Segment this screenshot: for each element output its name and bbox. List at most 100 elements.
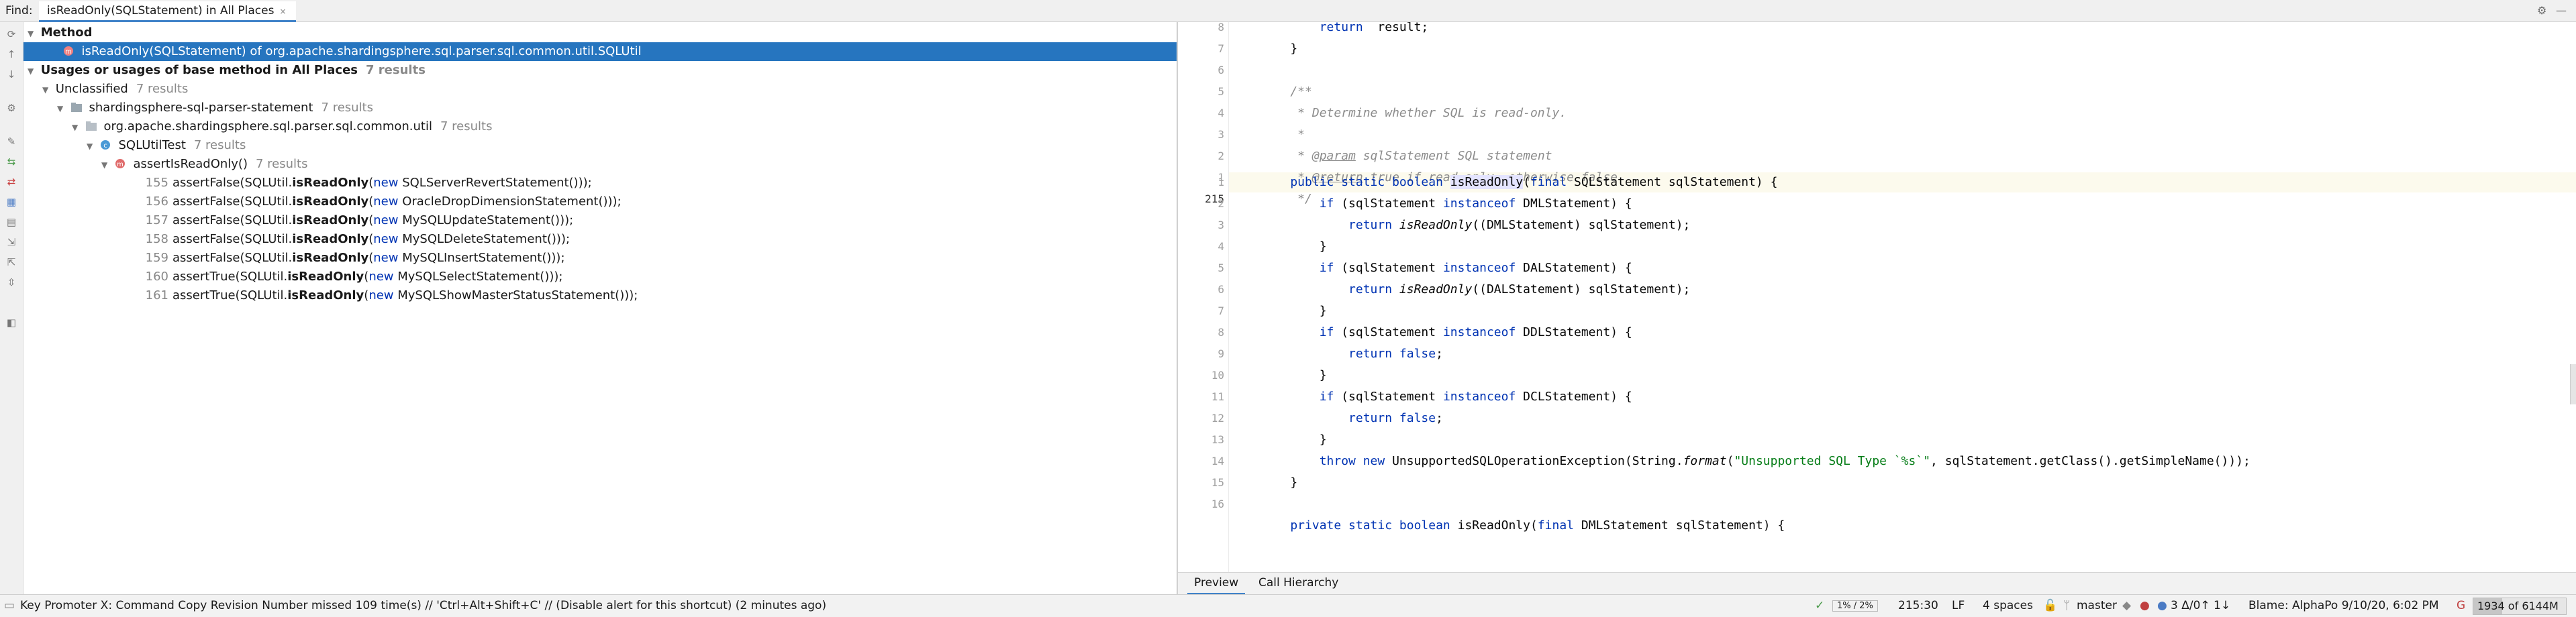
usage-row[interactable]: 160 assertTrue(SQLUtil.isReadOnly(new MyS… xyxy=(140,268,563,286)
code-token: } xyxy=(1261,239,1327,254)
usage-code: assertTrue(SQLUtil. xyxy=(172,270,288,284)
tree-node-package[interactable]: ▼ org.apache.shardingsphere.sql.parser.s… xyxy=(72,117,492,136)
usage-code: OracleDropDimensionStatement())); xyxy=(398,194,622,209)
usage-row[interactable]: 155 assertFalse(SQLUtil.isReadOnly(new SQ… xyxy=(140,174,592,192)
usage-keyword: new xyxy=(373,213,399,227)
collapse-all-icon[interactable]: ⇱ xyxy=(3,254,19,270)
notification-icon[interactable]: ◆ xyxy=(2122,599,2131,612)
code-token: } xyxy=(1261,475,1298,490)
usage-code: MySQLSelectStatement())); xyxy=(393,270,563,284)
usage-keyword: new xyxy=(368,288,394,302)
code-token: } xyxy=(1261,433,1327,447)
tab-preview[interactable]: Preview xyxy=(1187,573,1246,595)
code-line: return false; xyxy=(1261,346,1443,362)
code-token: DDLStatement) { xyxy=(1516,325,1632,339)
find-tab[interactable]: isReadOnly(SQLStatement) in All Places × xyxy=(39,1,296,22)
exclude-icon[interactable]: ⇄ xyxy=(3,174,19,190)
memory-indicator[interactable]: 1934 of 6144M xyxy=(2473,598,2567,615)
git-branch[interactable]: master xyxy=(2077,599,2117,612)
find-tool-strip: ⟳ ↑ ↓ ⚙ ✎ ⇆ ⇄ ▦ ▤ ⇲ ⇱ ⇳ ◧ xyxy=(0,22,23,594)
preview-icon[interactable]: ◧ xyxy=(3,315,19,331)
previous-occurrence-icon[interactable]: ↑ xyxy=(3,46,19,62)
caret-position[interactable]: 215:30 xyxy=(1898,599,1938,612)
tree-node-usages-header[interactable]: ▼ Usages or usages of base method in All… xyxy=(28,61,426,80)
usage-row[interactable]: 158 assertFalse(SQLUtil.isReadOnly(new My… xyxy=(140,230,570,249)
usage-row[interactable]: 157 assertFalse(SQLUtil.isReadOnly(new My… xyxy=(140,211,574,230)
gear-icon[interactable]: G xyxy=(2457,599,2465,612)
svg-text:c: c xyxy=(103,142,107,150)
code-line: private static boolean isReadOnly(final … xyxy=(1261,518,1785,534)
tree-node-module[interactable]: ▼ shardingsphere-sql-parser-statement 7 r… xyxy=(57,99,373,117)
tree-node-method-header[interactable]: ▼ Method xyxy=(28,23,93,42)
tree-node-class[interactable]: ▼ c SQLUtilTest 7 results xyxy=(87,136,246,155)
chevron-down-icon[interactable]: ▼ xyxy=(42,80,52,99)
line-separator[interactable]: LF xyxy=(1952,599,1965,612)
line-number: 7 xyxy=(1218,42,1224,55)
code-token: throw new xyxy=(1261,454,1385,468)
tree-node-test-method[interactable]: ▼ m assertIsReadOnly() 7 results xyxy=(101,155,307,174)
tab-call-hierarchy[interactable]: Call Hierarchy xyxy=(1252,573,1345,593)
status-icon: ▭ xyxy=(4,599,15,612)
code-line: } xyxy=(1261,239,1327,255)
chevron-down-icon[interactable]: ▼ xyxy=(28,24,37,43)
usage-code: assertFalse(SQLUtil. xyxy=(172,232,293,246)
rerun-icon[interactable]: ⟳ xyxy=(3,26,19,42)
usage-line-number: 161 xyxy=(145,288,168,302)
export-icon[interactable]: ⇳ xyxy=(3,274,19,290)
code-line: } xyxy=(1261,475,1297,491)
code-line: } xyxy=(1261,432,1327,448)
line-number: 8 xyxy=(1218,22,1224,34)
usage-row[interactable]: 156 assertFalse(SQLUtil.isReadOnly(new Or… xyxy=(140,192,622,211)
gear-icon[interactable]: ⚙ xyxy=(2537,4,2546,17)
blame-info[interactable]: Blame: AlphaPo 9/10/20, 6:02 PM xyxy=(2248,599,2439,612)
code-token: SQLStatement sqlStatement) { xyxy=(1567,175,1778,189)
chevron-down-icon[interactable]: ▼ xyxy=(72,118,81,137)
line-number: 6 xyxy=(1218,64,1224,76)
usage-keyword: new xyxy=(368,270,394,284)
code-token: SQL statement xyxy=(1450,149,1552,163)
line-number: 8 xyxy=(1218,326,1224,339)
tab-close-icon[interactable]: × xyxy=(279,7,286,16)
tree-node-method-target[interactable]: m isReadOnly(SQLStatement) of org.apache… xyxy=(23,42,1177,61)
group-by-package-icon[interactable]: ▤ xyxy=(3,214,19,230)
code-token: return false xyxy=(1261,411,1436,425)
editor-scrollbar[interactable] xyxy=(2570,364,2576,404)
usage-match: isReadOnly xyxy=(287,288,364,302)
lock-icon[interactable]: 🔓 xyxy=(2043,599,2057,612)
chevron-down-icon[interactable]: ▼ xyxy=(57,99,66,118)
next-occurrence-icon[interactable]: ↓ xyxy=(3,66,19,82)
minimize-icon[interactable]: — xyxy=(2556,4,2567,17)
line-number: 10 xyxy=(1211,369,1224,382)
code-token: * xyxy=(1261,127,1305,142)
event-log-icon[interactable]: ● xyxy=(2140,599,2150,612)
pin-icon[interactable]: ✎ xyxy=(3,133,19,150)
zoom-percent[interactable]: 1% / 2% xyxy=(1832,600,1878,612)
code-token: , sqlStatement.getClass().getSimpleName(… xyxy=(1930,454,2250,468)
code-token: result; xyxy=(1363,22,1429,34)
usage-row[interactable]: 159 assertFalse(SQLUtil.isReadOnly(new My… xyxy=(140,249,565,268)
preview-editor[interactable]: 8 7 6 5 4 3 2 1 215 1 2 3 4 5 6 7 8 9 10 11 12 13 14 15 16 retur… xyxy=(1178,22,2576,572)
usage-code: SQLServerRevertStatement())); xyxy=(398,176,592,190)
vcs-changes[interactable]: 3 Δ/0↑ 1↓ xyxy=(2171,599,2230,612)
usage-line-number: 155 xyxy=(145,176,168,190)
code-token: isReadOnly( xyxy=(1457,518,1538,532)
settings-icon[interactable]: ⚙ xyxy=(3,100,19,116)
usage-row[interactable]: 161 assertTrue(SQLUtil.isReadOnly(new MyS… xyxy=(140,286,638,305)
code-line: if (sqlStatement instanceof DCLStatement… xyxy=(1261,389,1632,405)
svg-text:m: m xyxy=(65,48,72,56)
indent-setting[interactable]: 4 spaces xyxy=(1983,599,2033,612)
group-by-module-icon[interactable]: ▦ xyxy=(3,194,19,210)
chevron-down-icon[interactable]: ▼ xyxy=(101,156,111,174)
line-number: 6 xyxy=(1218,283,1224,296)
usage-code: MySQLDeleteStatement())); xyxy=(398,232,571,246)
chevron-down-icon[interactable]: ▼ xyxy=(28,62,37,80)
usages-tree[interactable]: ▼ Method m isReadOnly(SQLStatement) of o… xyxy=(23,22,1177,594)
code-line: * @param sqlStatement SQL statement xyxy=(1261,148,1552,164)
code-token: return false xyxy=(1261,347,1436,361)
expand-all-icon[interactable]: ⇲ xyxy=(3,234,19,250)
chevron-down-icon[interactable]: ▼ xyxy=(87,137,96,156)
tree-node-unclassified[interactable]: ▼ Unclassified 7 results xyxy=(42,80,188,99)
status-message[interactable]: Key Promoter X: Command Copy Revision Nu… xyxy=(20,599,826,612)
merge-icon[interactable]: ⇆ xyxy=(3,154,19,170)
code-token: if xyxy=(1261,390,1334,404)
